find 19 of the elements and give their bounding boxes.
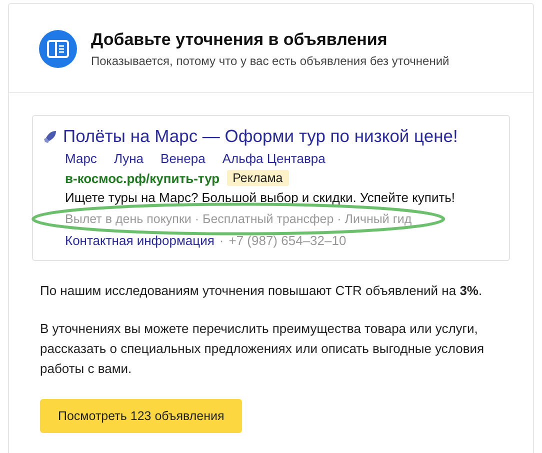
sitelink[interactable]: Марс (65, 151, 97, 166)
section-title: Добавьте уточнения в объявления (91, 30, 388, 50)
ad-text: Ищете туры на Марс? Большой выбор и скидки. Успейте купить! (65, 190, 456, 205)
info-paragraph: В уточнениях вы можете перечислить преимущества товара или услуги, рассказать о специальных предложениях или описать выгодные условия работы с вами. (40, 320, 486, 378)
ad-title[interactable]: Полёты на Марс — Оформи тур по низкой цене! (63, 126, 458, 147)
separator-text: · (219, 233, 224, 248)
phone-number: +7 (987) 654–32–10 (228, 233, 346, 248)
sitelink[interactable]: Венера (160, 151, 206, 166)
ad-url[interactable]: в-космос.рф/купить-тур (65, 170, 220, 186)
sitelink[interactable]: Альфа Центавра (222, 151, 326, 166)
sitelink[interactable]: Луна (114, 151, 144, 166)
ad-callouts: Вылет в день покупки · Бесплатный трансфер · Личный гид (65, 212, 412, 226)
contact-link[interactable]: Контактная информация (65, 233, 214, 248)
section-subtitle: Показывается, потому что у вас есть объявления без уточнений (91, 54, 450, 68)
panel-icon (39, 30, 77, 68)
info-paragraph: По нашим исследованиям уточнения повышают CTR объявлений на 3%. (40, 282, 484, 300)
view-ads-button[interactable]: Посмотреть 123 объявления (40, 399, 242, 433)
rocket-icon (43, 130, 57, 144)
ad-label: Реклама (226, 170, 289, 186)
